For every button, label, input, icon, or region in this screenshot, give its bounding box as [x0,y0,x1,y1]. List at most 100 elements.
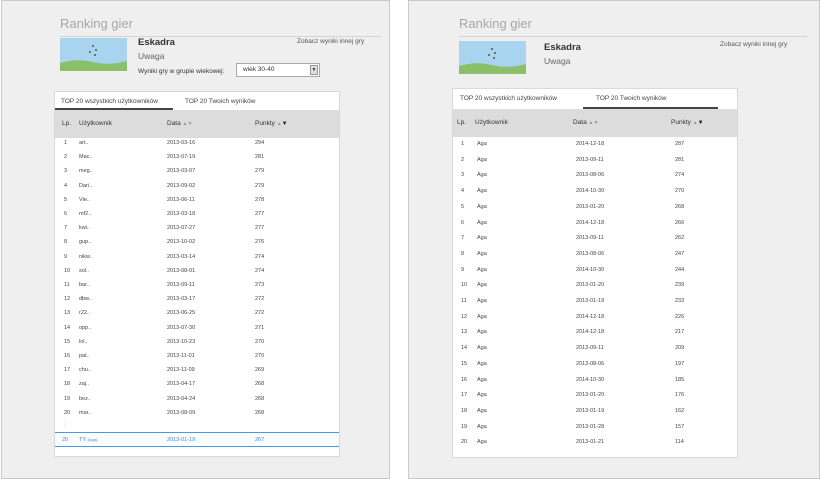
chevron-down-icon[interactable]: ▼ [310,65,318,75]
cell-user: Aga [477,298,487,304]
cell-lp: 17 [461,392,468,399]
title-divider [60,36,381,37]
cell-lp: 2 [461,156,465,163]
cell-lp: 2 [64,154,68,161]
cell-date: 2013-08-06 [576,250,605,257]
cell-date: 2014-12-18 [576,313,605,320]
cell-user: bar.. [79,282,90,288]
cell-lp: 20 [64,409,71,416]
cell-points: 176 [675,392,685,399]
cell-user: Mac.. [79,154,93,161]
cell-points: 217 [675,329,685,336]
cell-lp: 10 [461,282,468,289]
cell-date: 2013-07-30 [167,324,196,331]
cell-points: 271 [255,324,265,331]
cell-points: 268 [255,409,265,416]
current-user-row: 20 TY (Aga) 2013-01-19 267 [55,432,339,447]
cell-user: Aga [477,376,487,383]
cell-user: nikw.. [79,253,93,260]
cell-date: 2013-10-02 [167,239,196,246]
cell-points: 287 [675,141,685,147]
tab-top20-mine[interactable]: TOP 20 Twoich wyników [596,95,666,102]
cell-lp: 8 [64,239,68,246]
column-date[interactable]: Data ▲▼ [167,120,192,127]
cell-user: Aga [477,250,487,257]
cell-points: 272 [255,296,265,303]
age-group-select[interactable]: wiek 30-40 ▼ [236,63,320,77]
cell-points: 274 [675,172,685,179]
cell-lp: 5 [64,196,68,203]
column-user: Użytkownik [475,119,508,126]
user-row-date: 2013-01-19 [167,437,196,443]
cell-points: 272 [255,310,265,317]
cell-points: 162 [675,407,685,414]
cell-points: 279 [255,182,265,189]
column-date[interactable]: Data ▲▼ [573,119,598,126]
ranking-table-card: TOP 20 wszystkich użytkowników TOP 20 Tw… [452,88,738,458]
cell-lp: 12 [461,313,468,320]
column-points[interactable]: Punkty ▲▼ [255,120,288,127]
cell-date: 2013-01-21 [576,439,605,446]
user-row-user: TY (Aga) [79,437,97,443]
other-game-results-link[interactable]: Zobacz wyniki innej gry [720,41,787,48]
cell-lp: 9 [461,266,465,273]
cell-points: 209 [675,345,685,352]
cell-user: Vie.. [79,196,90,203]
tab-top20-all[interactable]: TOP 20 wszystkich użytkowników [61,98,158,105]
cell-user: Aga [477,407,487,414]
cell-lp: 7 [461,235,465,242]
sort-desc-icon: ▼ [697,120,704,126]
cell-date: 2013-08-09 [167,409,196,416]
cell-user: Aga [477,219,487,226]
cell-date: 2013-11-01 [167,353,195,359]
cell-user: lol.. [79,338,88,345]
ranking-panel-left: Ranking gier Eskadra Uwaga Zobacz wyniki… [1,0,390,479]
cell-points: 274 [255,267,265,274]
cell-date: 2013-04-17 [167,381,196,388]
tab-top20-all[interactable]: TOP 20 wszystkich użytkowników [460,95,557,102]
cell-user: Aga [477,329,487,336]
cell-date: 2014-12-18 [576,141,605,147]
tab-top20-mine[interactable]: TOP 20 Twoich wyników [185,98,255,105]
cell-points: 233 [675,298,685,304]
column-user: Użytkownik [79,120,112,127]
other-game-results-link[interactable]: Zobacz wyniki innej gry [297,38,364,45]
cell-points: 268 [255,381,265,388]
column-points[interactable]: Punkty ▲▼ [671,119,704,126]
column-lp: Lp. [62,120,72,127]
cell-points: 226 [675,313,685,320]
table-header: Lp. Użytkownik Data ▲▼ Punkty ▲▼ [55,110,339,138]
cell-lp: 11 [461,298,467,304]
cell-user: Aga [477,156,487,163]
cell-date: 2014-10-30 [576,266,605,273]
cell-lp: 6 [461,219,465,226]
cell-date: 2013-09-11 [167,282,195,288]
game-thumbnail [60,38,127,71]
sort-icon: ▲▼ [182,121,193,127]
column-points-label: Punkty [671,119,691,126]
cell-date: 2013-01-19 [576,407,605,414]
cell-points: 247 [675,250,685,257]
user-row-points: 267 [255,437,265,443]
cell-date: 2013-11-09 [167,367,195,374]
cell-date: 2013-10-23 [167,338,196,345]
cell-date: 2013-01-20 [576,282,605,289]
page-title: Ranking gier [60,16,133,31]
cell-user: mf2.. [79,211,92,217]
cell-lp: 4 [461,188,465,195]
cell-points: 157 [675,423,685,430]
cell-date: 2013-09-11 [576,235,604,242]
cell-date: 2013-03-14 [167,253,196,260]
cell-points: 197 [675,360,685,367]
cell-lp: 1 [461,141,465,147]
age-group-value: wiek 30-40 [243,66,275,73]
cell-user: sol.. [79,267,90,274]
cell-lp: 8 [461,250,465,257]
cell-points: 269 [255,367,265,374]
page-title: Ranking gier [459,16,532,31]
cell-date: 2013-06-11 [167,196,195,203]
cell-date: 2013-08-01 [167,267,196,274]
table-header: Lp. Użytkownik Data ▲▼ Punkty ▲▼ [453,109,737,137]
cell-user: Aga [477,203,487,210]
cell-user: chu.. [79,367,91,374]
